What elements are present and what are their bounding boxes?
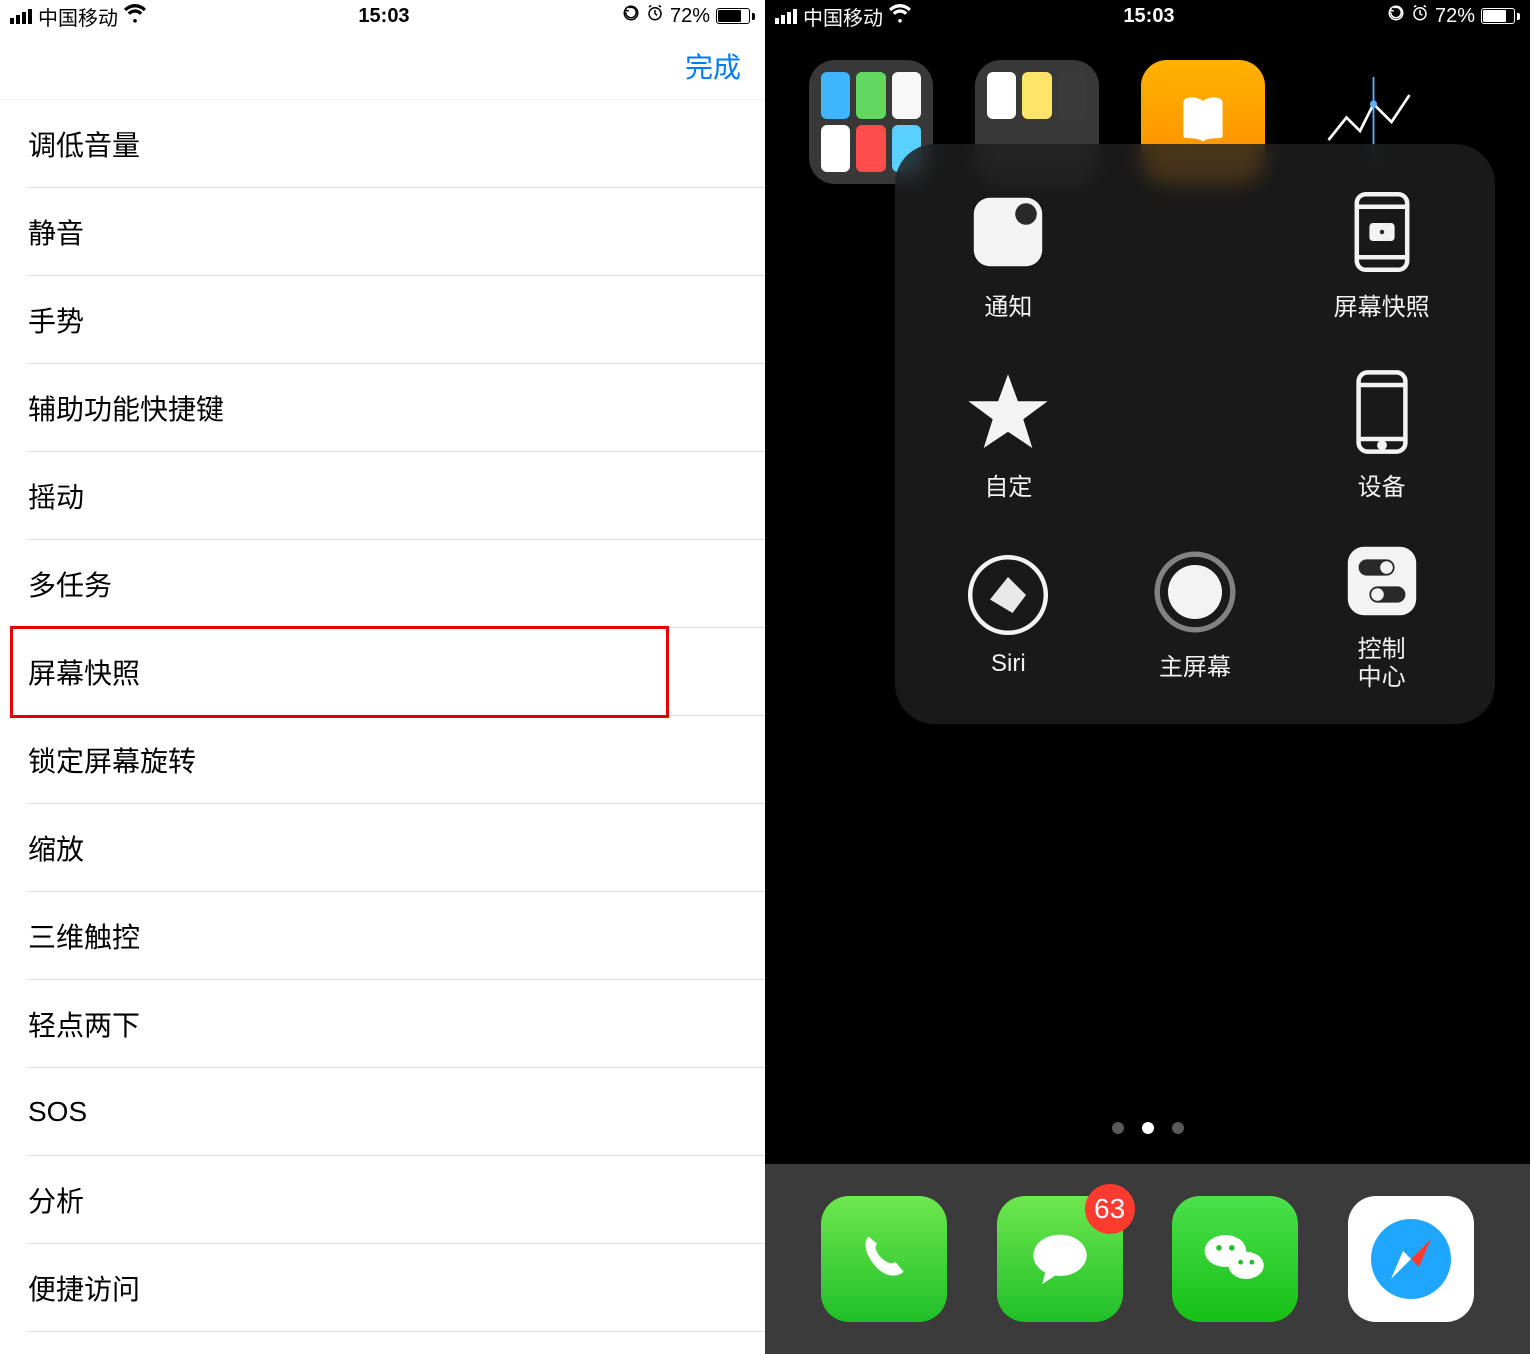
at-siri[interactable]: Siri: [915, 524, 1102, 704]
list-item-3d-touch[interactable]: 三维触控: [0, 892, 765, 980]
list-item-double-tap[interactable]: 轻点两下: [0, 980, 765, 1068]
screenshot-icon: [1337, 187, 1427, 277]
list-item-label: 轻点两下: [28, 1004, 140, 1044]
list-item-multitask[interactable]: 多任务: [0, 540, 765, 628]
at-label: 通知: [984, 287, 1032, 322]
notification-icon: [963, 187, 1053, 277]
list-item-label: 分析: [28, 1180, 84, 1220]
nav-bar: 完成: [0, 32, 765, 100]
settings-panel: 中国移动 15:03 72% 完成 调低音量 静音 手势 辅助功能快捷键 摇动 …: [0, 0, 765, 1354]
signal-icon: [775, 9, 797, 24]
list-item-accessibility-shortcut[interactable]: 辅助功能快捷键: [0, 364, 765, 452]
signal-icon: [10, 9, 32, 24]
list-item-lock-rotation[interactable]: 锁定屏幕旋转: [0, 716, 765, 804]
control-center-icon: [1337, 536, 1427, 626]
home-screen-panel: 中国移动 15:03 72%: [765, 0, 1530, 1354]
list-item-label: 辅助功能快捷键: [28, 388, 224, 428]
safari-app-icon[interactable]: [1348, 1196, 1474, 1322]
rotation-lock-icon: [1387, 4, 1405, 28]
status-time: 15:03: [911, 5, 1387, 28]
at-label: 控制 中心: [1358, 636, 1406, 691]
alarm-icon: [1411, 4, 1429, 28]
at-label: 屏幕快照: [1334, 287, 1430, 322]
done-button[interactable]: 完成: [685, 46, 741, 86]
page-dot: [1172, 1122, 1184, 1134]
list-item-mute[interactable]: 静音: [0, 188, 765, 276]
list-item-label: SOS: [28, 1096, 87, 1128]
at-empty: [1102, 344, 1289, 524]
at-screenshot[interactable]: 屏幕快照: [1288, 164, 1475, 344]
at-control-center[interactable]: 控制 中心: [1288, 524, 1475, 704]
rotation-lock-icon: [622, 4, 640, 28]
battery-percent: 72%: [670, 5, 710, 28]
at-empty: [1102, 164, 1289, 344]
list-item-label: 缩放: [28, 828, 84, 868]
status-bar: 中国移动 15:03 72%: [0, 0, 765, 32]
carrier-label: 中国移动: [803, 2, 883, 31]
at-label: Siri: [991, 650, 1026, 678]
settings-list: 调低音量 静音 手势 辅助功能快捷键 摇动 多任务 屏幕快照 锁定屏幕旋转 缩放…: [0, 100, 765, 1332]
list-item-analytics[interactable]: 分析: [0, 1156, 765, 1244]
carrier-label: 中国移动: [38, 2, 118, 31]
wechat-app-icon[interactable]: [1172, 1196, 1298, 1322]
list-item-reachability[interactable]: 便捷访问: [0, 1244, 765, 1332]
list-item-shake[interactable]: 摇动: [0, 452, 765, 540]
battery-icon: [1481, 8, 1520, 24]
alarm-icon: [646, 4, 664, 28]
list-item-screenshot[interactable]: 屏幕快照: [0, 628, 765, 716]
list-item-volume-down[interactable]: 调低音量: [0, 100, 765, 188]
status-time: 15:03: [146, 5, 622, 28]
at-label: 设备: [1358, 467, 1406, 502]
phone-app-icon[interactable]: [821, 1196, 947, 1322]
battery-icon: [716, 8, 755, 24]
list-item-label: 锁定屏幕旋转: [28, 740, 196, 780]
at-label: 主屏幕: [1159, 647, 1231, 682]
page-dot: [1112, 1122, 1124, 1134]
messages-badge: 63: [1085, 1184, 1135, 1234]
star-icon: [963, 367, 1053, 457]
list-item-label: 便捷访问: [28, 1268, 140, 1308]
wifi-icon: [124, 2, 146, 30]
at-device[interactable]: 设备: [1288, 344, 1475, 524]
status-bar: 中国移动 15:03 72%: [765, 0, 1530, 32]
assistive-touch-panel: 通知 屏幕快照 自定 设备 Siri: [895, 144, 1495, 724]
battery-percent: 72%: [1435, 5, 1475, 28]
list-item-label: 摇动: [28, 476, 84, 516]
page-dot-active: [1142, 1122, 1154, 1134]
list-item-label: 静音: [28, 212, 84, 252]
at-label: 自定: [984, 467, 1032, 502]
list-item-label: 三维触控: [28, 916, 140, 956]
list-item-label: 多任务: [28, 564, 112, 604]
list-item-zoom[interactable]: 缩放: [0, 804, 765, 892]
at-notification[interactable]: 通知: [915, 164, 1102, 344]
dock: 63: [765, 1164, 1530, 1354]
at-custom[interactable]: 自定: [915, 344, 1102, 524]
list-item-label: 手势: [28, 300, 84, 340]
siri-icon: [963, 550, 1053, 640]
at-home[interactable]: 主屏幕: [1102, 524, 1289, 704]
messages-app-icon[interactable]: 63: [997, 1196, 1123, 1322]
device-icon: [1337, 367, 1427, 457]
wifi-icon: [889, 2, 911, 30]
page-indicator[interactable]: [765, 1122, 1530, 1134]
list-item-label: 调低音量: [28, 124, 140, 164]
list-item-sos[interactable]: SOS: [0, 1068, 765, 1156]
list-item-label: 屏幕快照: [28, 652, 140, 692]
home-button-icon: [1150, 547, 1240, 637]
list-item-gesture[interactable]: 手势: [0, 276, 765, 364]
